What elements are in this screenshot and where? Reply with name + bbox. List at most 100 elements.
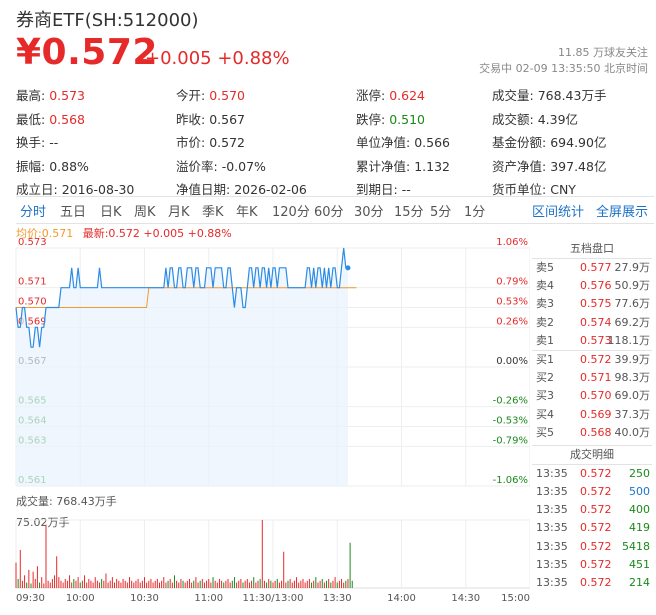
stat-cell: 溢价率: -0.07% bbox=[176, 155, 266, 179]
last-price-dot bbox=[345, 265, 351, 271]
stat-key: 最高: bbox=[16, 88, 46, 103]
stat-value: 397.48亿 bbox=[550, 158, 607, 174]
bid-row[interactable]: 买4 0.569 37.3万 bbox=[532, 406, 652, 424]
stat-value: 0.88% bbox=[49, 158, 89, 174]
pct-tick-label: 0.53% bbox=[496, 297, 528, 308]
trade-row: 13:35 0.572 451 bbox=[532, 556, 652, 574]
bid-price: 0.570 bbox=[580, 389, 612, 403]
ask-row[interactable]: 卖3 0.575 77.6万 bbox=[532, 295, 652, 313]
trade-time: 13:35 bbox=[536, 503, 568, 517]
ask-row[interactable]: 卖4 0.576 50.9万 bbox=[532, 277, 652, 295]
stats-row: 最低: 0.568 昨收: 0.567 跌停: 0.510 成交额: 4.39亿 bbox=[16, 108, 648, 132]
trade-time: 13:35 bbox=[536, 539, 568, 553]
tab-10[interactable]: 15分 bbox=[394, 201, 424, 220]
stat-cell: 涨停: 0.624 bbox=[356, 84, 425, 108]
stat-cell: 今开: 0.570 bbox=[176, 84, 245, 108]
bid-label: 买5 bbox=[536, 425, 554, 439]
tab-3[interactable]: 周K bbox=[134, 201, 156, 220]
trade-time: 13:35 bbox=[536, 521, 568, 535]
pct-tick-label: -0.53% bbox=[493, 416, 528, 427]
stat-value: 0.573 bbox=[49, 88, 86, 103]
ask-row[interactable]: 卖2 0.574 69.2万 bbox=[532, 314, 652, 332]
stat-value: 768.43万手 bbox=[537, 88, 607, 103]
ask-row[interactable]: 卖5 0.577 27.9万 bbox=[532, 259, 652, 277]
stat-key: 货币单位: bbox=[492, 182, 547, 197]
tab-1[interactable]: 五日 bbox=[60, 201, 86, 220]
pct-tick-label: 0.79% bbox=[496, 277, 528, 288]
intraday-chart[interactable]: 0.573 1.06%0.571 0.79%0.570 0.53%0.569 0.26%… bbox=[0, 230, 530, 492]
last-price: ¥0.572 bbox=[16, 32, 158, 73]
y-tick-label: 0.570 bbox=[18, 297, 47, 308]
bid-row[interactable]: 买5 0.568 40.0万 bbox=[532, 424, 652, 442]
tab-9[interactable]: 30分 bbox=[354, 201, 384, 220]
stat-value: 0.566 bbox=[414, 135, 451, 150]
bid-price: 0.568 bbox=[580, 425, 612, 439]
ask-label: 卖2 bbox=[536, 315, 554, 329]
bid-label: 买4 bbox=[536, 407, 554, 421]
trade-price: 0.572 bbox=[580, 539, 612, 553]
ask-qty: 69.2万 bbox=[614, 315, 651, 329]
stat-key: 资产净值: bbox=[492, 158, 547, 174]
stat-cell: 最低: 0.568 bbox=[16, 108, 85, 132]
stat-key: 市价: bbox=[176, 135, 206, 150]
stat-cell: 昨收: 0.567 bbox=[176, 108, 245, 132]
stat-key: 振幅: bbox=[16, 158, 46, 174]
tab-11[interactable]: 5分 bbox=[430, 201, 451, 220]
ask-row[interactable]: 卖1 0.573 118.1万 bbox=[532, 332, 652, 350]
volume-chart[interactable]: 09:30 10:00 10:30 11:00 11:30/13:00 13:30 14:0… bbox=[0, 490, 530, 615]
stat-value: 694.90亿 bbox=[550, 135, 607, 150]
tab-2[interactable]: 日K bbox=[100, 201, 122, 220]
stat-value: CNY bbox=[550, 182, 576, 197]
tab-7[interactable]: 120分 bbox=[272, 201, 310, 220]
stat-key: 累计净值: bbox=[356, 158, 411, 174]
stats-row: 振幅: 0.88% 溢价率: -0.07% 累计净值: 1.132 资产净值: 397.48亿 bbox=[16, 155, 648, 179]
trade-price: 0.572 bbox=[580, 466, 612, 480]
tab-6[interactable]: 年K bbox=[236, 201, 258, 220]
order-book-bids: 买1 0.572 39.9万 买2 0.571 98.3万 买3 0.570 69.0万 买4 0.… bbox=[532, 351, 652, 442]
ask-label: 卖3 bbox=[536, 297, 554, 311]
trade-price: 0.572 bbox=[580, 557, 612, 571]
x-tick-label: 14:00 bbox=[387, 593, 416, 604]
ask-label: 卖4 bbox=[536, 279, 554, 293]
stat-value: 0.570 bbox=[209, 88, 246, 103]
tab-5[interactable]: 季K bbox=[202, 201, 224, 220]
stat-key: 跌停: bbox=[356, 111, 386, 127]
follower-count[interactable]: 11.85 万球友关注 bbox=[558, 44, 648, 60]
stat-value: 2016-08-30 bbox=[61, 182, 135, 197]
trade-time: 13:35 bbox=[536, 466, 568, 480]
trade-time: 13:35 bbox=[536, 557, 568, 571]
pct-tick-label: 1.06% bbox=[496, 237, 528, 248]
pct-tick-label: 0.00% bbox=[496, 356, 528, 367]
trade-price: 0.572 bbox=[580, 576, 612, 589]
bid-label: 买3 bbox=[536, 389, 554, 403]
bid-row[interactable]: 买1 0.572 39.9万 bbox=[532, 351, 652, 369]
bid-qty: 98.3万 bbox=[614, 371, 651, 385]
tab-12[interactable]: 1分 bbox=[464, 201, 485, 220]
trade-row: 13:35 0.572 419 bbox=[532, 519, 652, 537]
x-tick-label: 09:30 bbox=[16, 593, 45, 604]
bid-row[interactable]: 买3 0.570 69.0万 bbox=[532, 387, 652, 405]
bid-row[interactable]: 买2 0.571 98.3万 bbox=[532, 369, 652, 387]
trades-list: 13:35 0.572 250 13:35 0.572 500 13:35 0.572 400 1… bbox=[532, 465, 652, 592]
x-tick-label: 13:30 bbox=[323, 593, 352, 604]
bid-qty: 39.9万 bbox=[614, 352, 651, 366]
tab-4[interactable]: 月K bbox=[168, 201, 190, 220]
stat-key: 溢价率: bbox=[176, 158, 218, 174]
trade-row: 13:35 0.572 400 bbox=[532, 501, 652, 519]
stat-key: 最低: bbox=[16, 111, 46, 127]
bid-qty: 69.0万 bbox=[614, 389, 651, 403]
side-panel: 五档盘口 卖5 0.577 27.9万 卖4 0.576 50.9万 卖3 0.575 77.6… bbox=[532, 240, 652, 592]
stat-value: 0.567 bbox=[209, 111, 246, 127]
header: 券商ETF(SH:512000) ¥0.572 +0.005 +0.88% 11… bbox=[16, 6, 648, 76]
tab-0[interactable]: 分时 bbox=[20, 201, 46, 220]
trade-qty: 500 bbox=[629, 485, 650, 499]
stats-row: 最高: 0.573 今开: 0.570 涨停: 0.624 成交量: 768.43万手 bbox=[16, 84, 648, 108]
trade-time: 13:35 bbox=[536, 576, 568, 589]
tab-right-1[interactable]: 全屏展示 bbox=[596, 201, 648, 220]
tab-8[interactable]: 60分 bbox=[314, 201, 344, 220]
x-tick-label: 10:00 bbox=[66, 593, 95, 604]
trade-qty: 400 bbox=[629, 503, 650, 517]
y-tick-label: 0.573 bbox=[18, 237, 47, 248]
stat-key: 净值日期: bbox=[176, 182, 231, 197]
tab-right-0[interactable]: 区间统计 bbox=[532, 201, 584, 220]
